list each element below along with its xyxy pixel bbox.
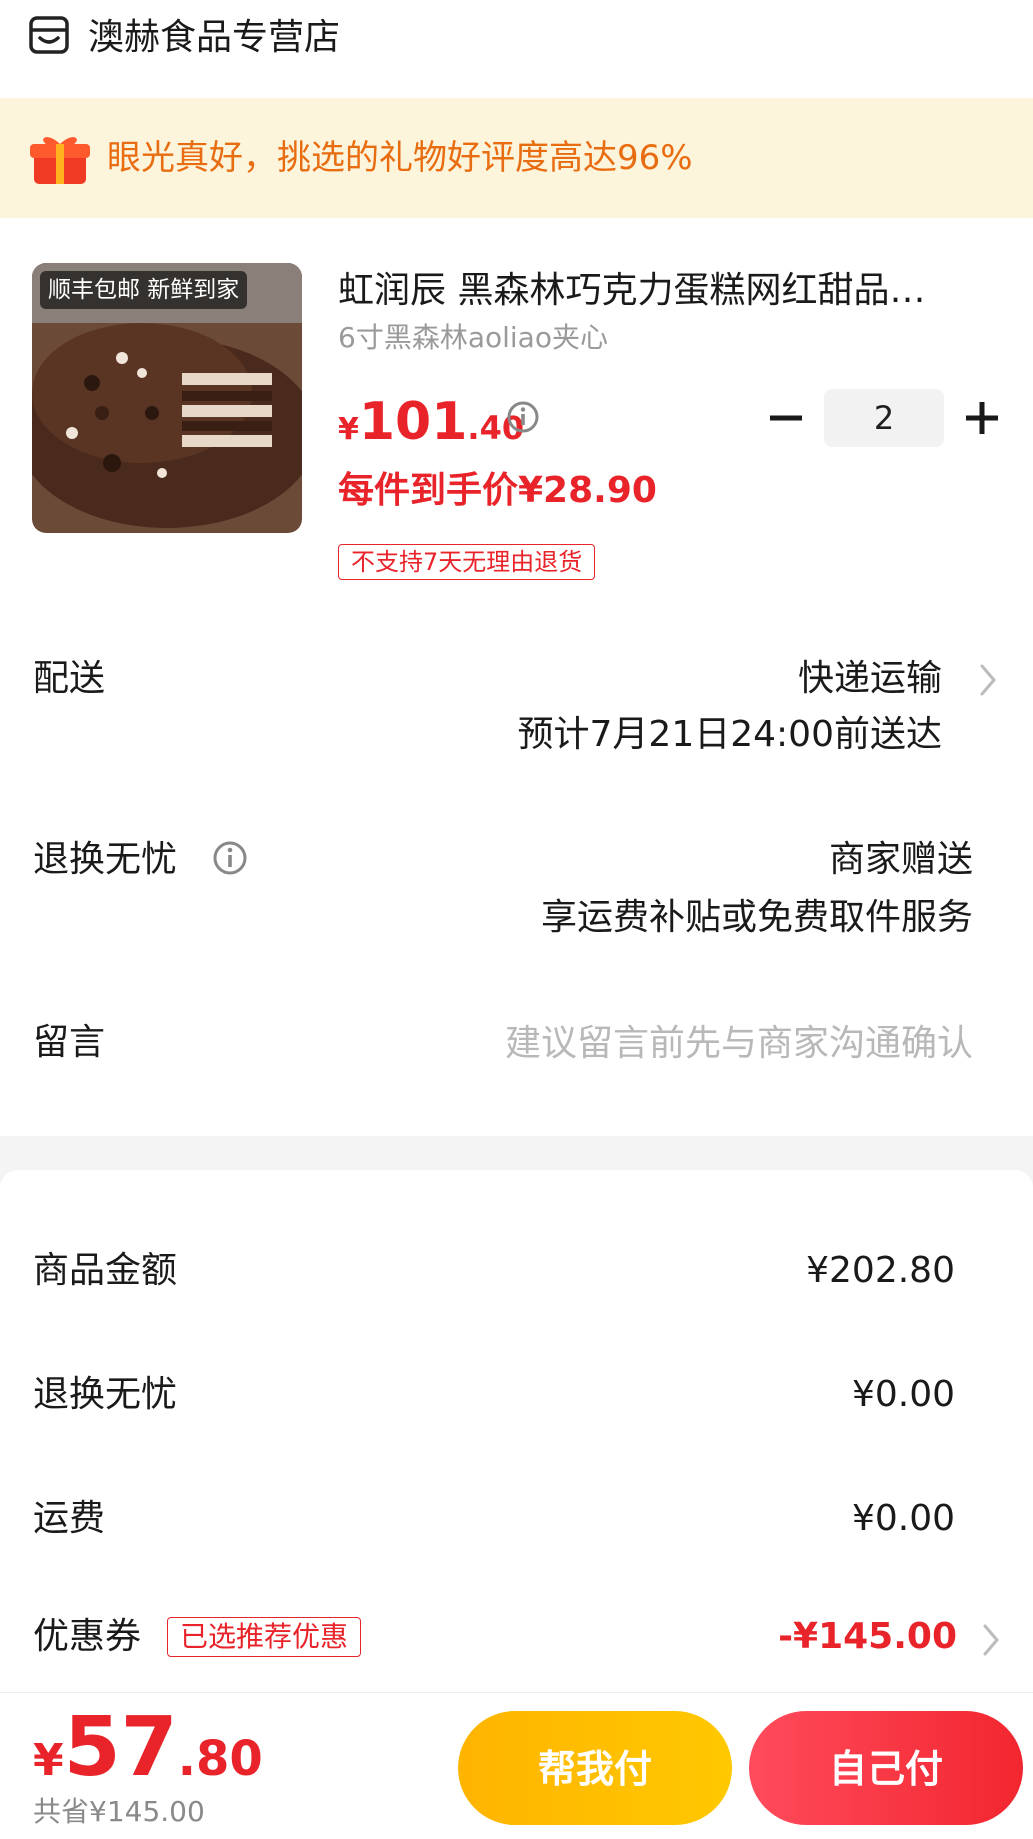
total-symbol: ¥ xyxy=(33,1735,64,1786)
shipping-fee-value: ¥0.00 xyxy=(851,1498,955,1539)
chevron-right-icon[interactable] xyxy=(980,1620,1002,1660)
shop-name[interactable]: 澳赫食品专营店 xyxy=(88,14,340,62)
total-decimal: .80 xyxy=(177,1731,263,1787)
promo-text: 眼光真好，挑选的礼物好评度高达96% xyxy=(107,138,693,178)
pay-myself-button[interactable]: 自己付 xyxy=(749,1711,1023,1825)
info-icon[interactable] xyxy=(212,840,248,876)
goods-amount-label: 商品金额 xyxy=(33,1250,178,1291)
coupon-label: 优惠券 xyxy=(33,1616,142,1657)
quantity-increase-button[interactable] xyxy=(960,396,1004,440)
unit-price: 每件到手价¥28.90 xyxy=(338,470,657,511)
delivery-eta: 预计7月21日24:00前送达 xyxy=(517,714,942,755)
coupon-tag: 已选推荐优惠 xyxy=(167,1617,362,1657)
quantity-decrease-button[interactable] xyxy=(764,396,808,440)
delivery-method[interactable]: 快递运输 xyxy=(798,654,942,704)
worry-free-label: 退换无忧 xyxy=(33,839,178,880)
shipping-fee-label: 运费 xyxy=(33,1498,106,1539)
message-label: 留言 xyxy=(33,1022,106,1063)
total-integer: 57 xyxy=(63,1700,178,1795)
image-banner: 顺丰包邮 新鲜到家 xyxy=(40,271,248,309)
product-price: ¥101.40 xyxy=(338,392,524,452)
worry-free-fee-value: ¥0.00 xyxy=(851,1374,955,1415)
product-image[interactable]: 顺丰包邮 新鲜到家 xyxy=(32,263,302,533)
message-input[interactable] xyxy=(353,1014,973,1072)
worry-free-fee-label: 退换无忧 xyxy=(33,1374,178,1415)
price-symbol: ¥ xyxy=(338,412,359,447)
coupon-discount-value[interactable]: -¥145.00 xyxy=(778,1612,957,1662)
return-policy-tag: 不支持7天无理由退货 xyxy=(338,544,596,580)
help-me-pay-button[interactable]: 帮我付 xyxy=(458,1711,732,1825)
info-icon[interactable] xyxy=(506,400,540,434)
product-spec[interactable]: 6寸黑森林aoliao夹心 xyxy=(338,318,608,358)
gift-icon xyxy=(30,137,90,184)
chevron-right-icon[interactable] xyxy=(977,660,999,700)
delivery-label: 配送 xyxy=(33,658,106,699)
worry-free-desc: 享运费补贴或免费取件服务 xyxy=(540,897,973,938)
price-integer: 101 xyxy=(358,392,468,452)
worry-free-value: 商家赠送 xyxy=(828,839,973,880)
goods-amount-value: ¥202.80 xyxy=(806,1250,955,1291)
saved-amount: 共省¥145.00 xyxy=(33,1795,205,1828)
total-price: ¥57.80 xyxy=(33,1700,263,1795)
store-icon xyxy=(29,16,69,54)
quantity-value[interactable]: 2 xyxy=(824,389,944,447)
product-title[interactable]: 虹润辰 黑森林巧克力蛋糕网红甜品… xyxy=(338,266,978,316)
